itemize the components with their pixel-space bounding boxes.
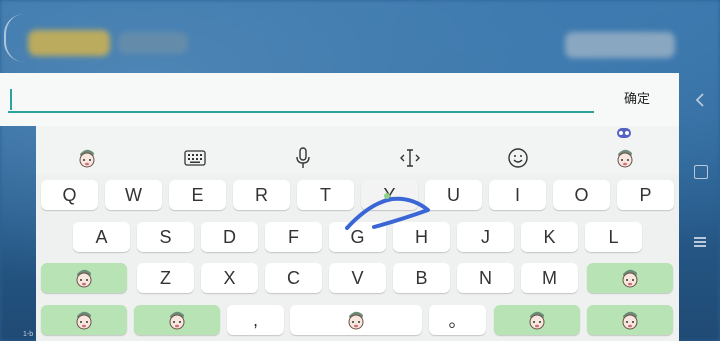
key-e[interactable]: E bbox=[169, 180, 226, 210]
key-x[interactable]: X bbox=[201, 263, 258, 293]
microphone-icon[interactable] bbox=[290, 145, 316, 171]
key-q[interactable]: Q bbox=[41, 180, 98, 210]
text-caret bbox=[10, 89, 12, 110]
comma-key[interactable]: , bbox=[227, 305, 284, 335]
key-l[interactable]: L bbox=[585, 222, 642, 252]
sticker-icon bbox=[622, 269, 638, 288]
text-input[interactable] bbox=[8, 85, 594, 113]
sticker-icon[interactable] bbox=[74, 145, 100, 171]
background-banner bbox=[118, 32, 188, 54]
sticker-backspace-key[interactable] bbox=[587, 263, 673, 293]
space-key[interactable] bbox=[290, 305, 422, 335]
sticker-icon bbox=[76, 269, 92, 288]
key-j[interactable]: J bbox=[457, 222, 514, 252]
sticker-shift-key[interactable] bbox=[41, 263, 127, 293]
key-p[interactable]: P bbox=[617, 180, 674, 210]
key-u[interactable]: U bbox=[425, 180, 482, 210]
key-g[interactable]: G bbox=[329, 222, 386, 252]
sticker-number-key[interactable] bbox=[134, 305, 220, 335]
sticker-badge-icon bbox=[617, 128, 631, 138]
key-m[interactable]: M bbox=[521, 263, 578, 293]
keyboard-toolbar bbox=[36, 126, 679, 174]
key-r[interactable]: R bbox=[233, 180, 290, 210]
key-t[interactable]: T bbox=[297, 180, 354, 210]
key-o[interactable]: O bbox=[553, 180, 610, 210]
background-banner bbox=[565, 32, 675, 58]
key-f[interactable]: F bbox=[265, 222, 322, 252]
key-n[interactable]: N bbox=[457, 263, 514, 293]
key-z[interactable]: Z bbox=[137, 263, 194, 293]
key-a[interactable]: A bbox=[73, 222, 130, 252]
sticker-icon bbox=[348, 311, 364, 330]
key-w[interactable]: W bbox=[105, 180, 162, 210]
sticker-icon bbox=[622, 311, 638, 330]
sticker-enter-key[interactable] bbox=[494, 305, 580, 335]
sticker-icon bbox=[169, 311, 185, 330]
home-icon[interactable] bbox=[694, 165, 708, 179]
key-v[interactable]: V bbox=[329, 263, 386, 293]
background-tag: 1-b bbox=[23, 331, 34, 338]
period-key[interactable]: 。 bbox=[429, 305, 486, 335]
key-c[interactable]: C bbox=[265, 263, 322, 293]
emoji-icon[interactable] bbox=[505, 145, 531, 171]
text-cursor-icon[interactable] bbox=[397, 145, 423, 171]
sticker-icon bbox=[76, 311, 92, 330]
sticker-return-key[interactable] bbox=[587, 305, 673, 335]
key-k[interactable]: K bbox=[521, 222, 578, 252]
key-d[interactable]: D bbox=[201, 222, 258, 252]
sticker-icon bbox=[529, 311, 545, 330]
keyboard-icon[interactable] bbox=[182, 145, 208, 171]
back-icon[interactable] bbox=[694, 92, 706, 108]
key-h[interactable]: H bbox=[393, 222, 450, 252]
confirm-button[interactable]: 确定 bbox=[612, 88, 662, 110]
key-i[interactable]: I bbox=[489, 180, 546, 210]
key-b[interactable]: B bbox=[393, 263, 450, 293]
menu-icon[interactable] bbox=[694, 237, 706, 247]
sticker-symbol-key[interactable] bbox=[41, 305, 127, 335]
background-banner bbox=[28, 30, 110, 56]
key-s[interactable]: S bbox=[137, 222, 194, 252]
key-y[interactable]: Y bbox=[361, 180, 418, 210]
sticker-icon[interactable] bbox=[612, 145, 638, 171]
